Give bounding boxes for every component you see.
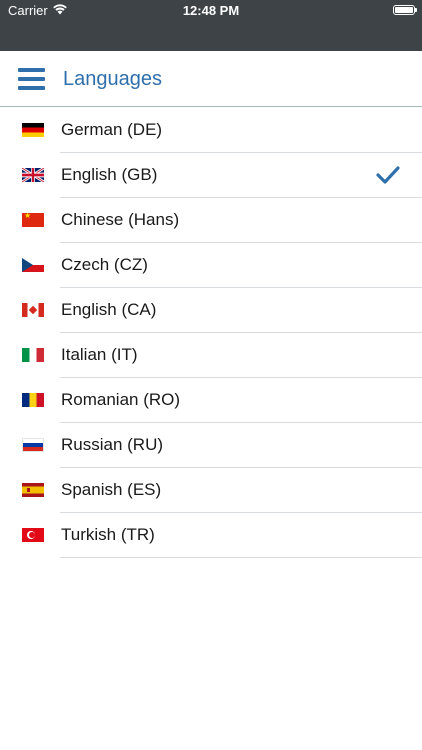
spain-flag-icon <box>22 483 44 497</box>
language-row-ro[interactable]: Romanian (RO) <box>0 378 422 423</box>
hamburger-menu-icon[interactable] <box>18 68 45 90</box>
language-row-ca[interactable]: English (CA) <box>0 288 422 333</box>
romania-flag-icon <box>22 393 44 407</box>
china-flag-icon <box>22 213 44 227</box>
language-list: German (DE) English (GB) Chinese (Hans) <box>0 108 422 558</box>
language-label: Spanish (ES) <box>61 480 162 499</box>
language-label: Turkish (TR) <box>61 525 155 544</box>
italy-flag-icon <box>22 348 44 362</box>
language-label: Russian (RU) <box>61 435 164 454</box>
header: Languages <box>0 51 422 107</box>
language-label: Chinese (Hans) <box>61 210 180 229</box>
language-label: Italian (IT) <box>61 345 138 364</box>
language-row-it[interactable]: Italian (IT) <box>0 333 422 378</box>
language-label: English (GB) <box>61 165 158 184</box>
battery-icon <box>393 5 417 15</box>
language-row-tr[interactable]: Turkish (TR) <box>0 513 422 558</box>
russia-flag-icon <box>22 438 44 452</box>
status-time: 12:48 PM <box>182 3 240 18</box>
language-row-de[interactable]: German (DE) <box>0 108 422 153</box>
canada-flag-icon <box>22 303 44 317</box>
language-label: English (CA) <box>61 300 157 319</box>
turkey-flag-icon <box>22 528 44 542</box>
language-row-es[interactable]: Spanish (ES) <box>0 468 422 513</box>
status-bar: Carrier 12:48 PM <box>0 0 422 22</box>
language-row-cn[interactable]: Chinese (Hans) <box>0 198 422 243</box>
language-row-gb[interactable]: English (GB) <box>0 153 422 198</box>
divider <box>60 557 422 558</box>
language-label: German (DE) <box>61 120 163 139</box>
czech-flag-icon <box>22 258 44 272</box>
united-kingdom-flag-icon <box>22 168 44 182</box>
navigation-bar-background <box>0 22 422 51</box>
germany-flag-icon <box>22 123 44 137</box>
language-row-cz[interactable]: Czech (CZ) <box>0 243 422 288</box>
language-label: Czech (CZ) <box>61 255 148 274</box>
language-label: Romanian (RO) <box>61 390 181 409</box>
language-row-ru[interactable]: Russian (RU) <box>0 423 422 468</box>
checkmark-icon <box>376 165 400 185</box>
page-title: Languages <box>63 68 162 90</box>
